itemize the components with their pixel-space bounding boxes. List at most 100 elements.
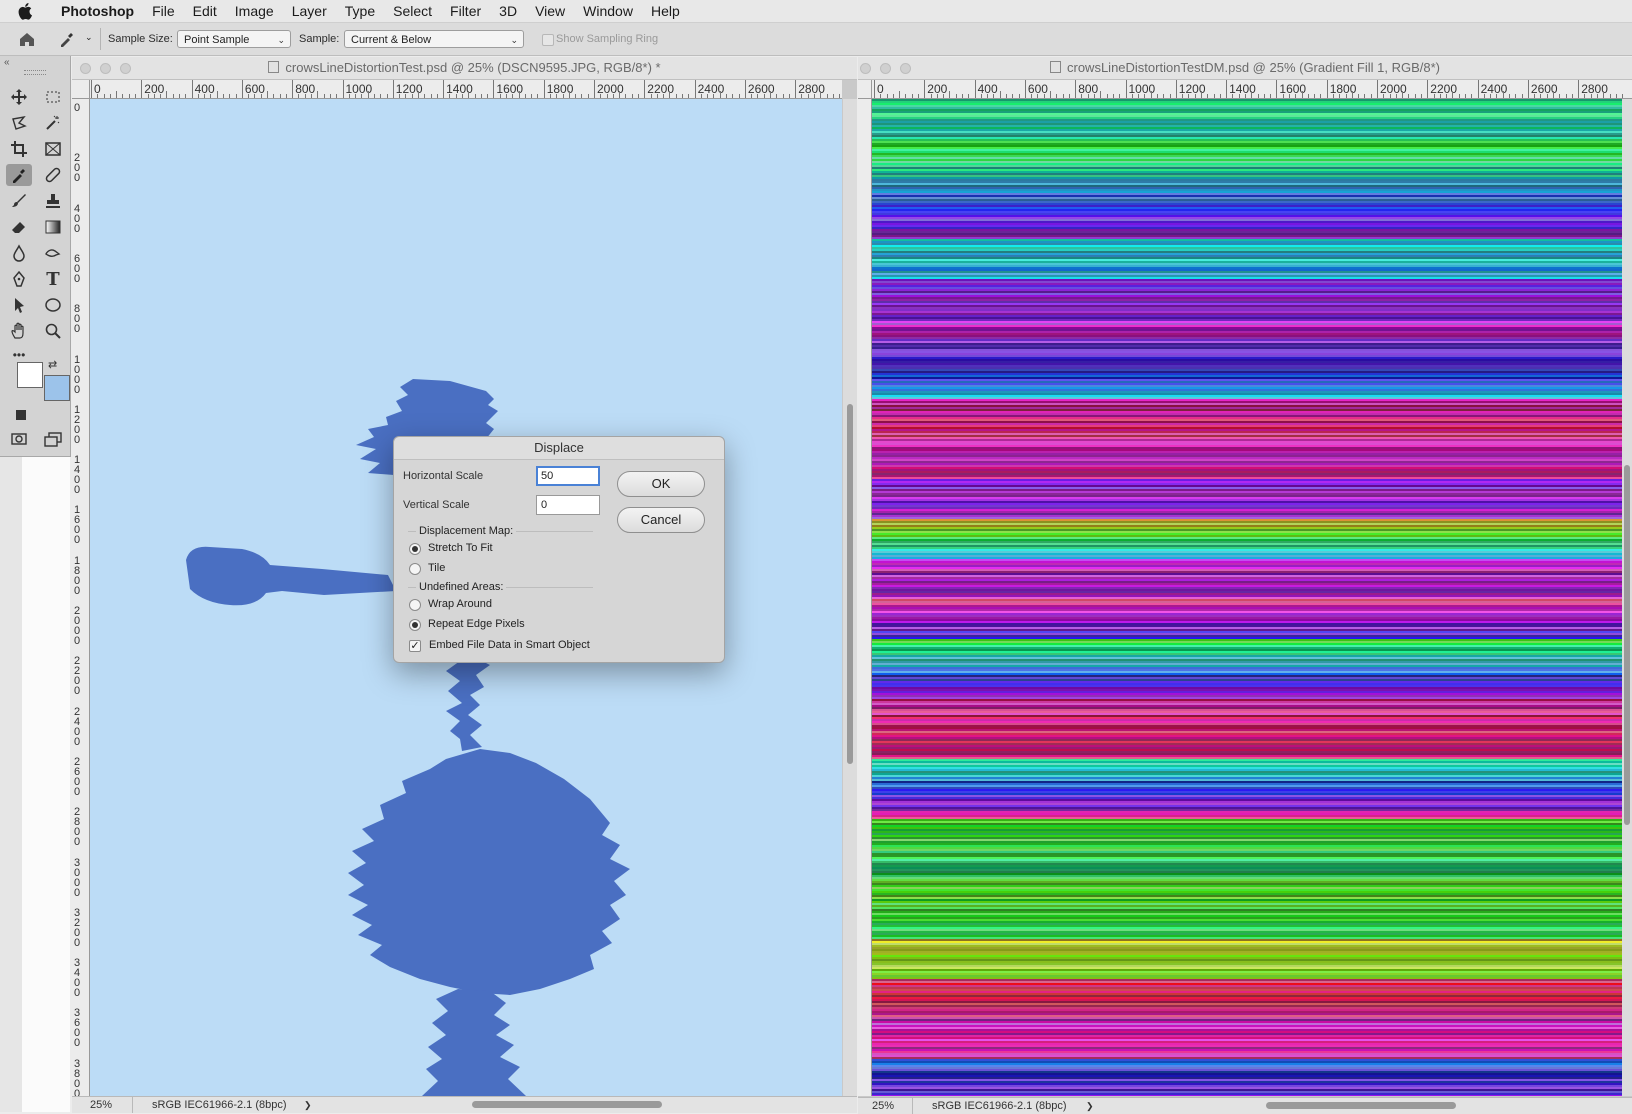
stripe (872, 469, 1622, 471)
horizontal-scroll-thumb[interactable] (1266, 1102, 1456, 1109)
eyedropper-icon[interactable] (6, 164, 32, 186)
menu-image[interactable]: Image (226, 0, 283, 22)
horizontal-scale-input[interactable]: 50 (536, 466, 600, 486)
collapse-icon[interactable]: « (4, 57, 10, 68)
stripe (872, 931, 1622, 933)
wrap-around-label[interactable]: Wrap Around (428, 598, 492, 610)
swap-colors-icon[interactable]: ⇄ (48, 358, 57, 371)
ruler-minor-tick (223, 94, 225, 98)
foreground-color-swatch[interactable] (17, 362, 43, 388)
preset-chevron-icon[interactable]: ⌄ (85, 32, 93, 43)
stripe (872, 237, 1622, 239)
healing-icon[interactable] (40, 164, 66, 186)
blur-icon[interactable] (6, 242, 32, 264)
stripe (872, 409, 1622, 411)
minimize-window-icon[interactable] (100, 63, 111, 74)
stretch-to-fit-radio[interactable] (409, 543, 421, 555)
eyedropper-preset-icon[interactable] (58, 30, 80, 48)
menu-3d[interactable]: 3D (490, 0, 526, 22)
menu-filter[interactable]: Filter (441, 0, 490, 22)
path-select-icon[interactable] (6, 294, 32, 316)
stamp-icon[interactable] (40, 190, 66, 212)
horizontal-scroll-thumb[interactable] (472, 1101, 662, 1108)
horizontal-ruler-right[interactable]: 0 200 400 600 800 1000 1200 1400 1600 1800 2000 220… (872, 80, 1632, 99)
embed-file-checkbox[interactable]: ✓ (409, 640, 421, 652)
screen-mode-icon[interactable] (40, 428, 66, 450)
vertical-scrollbar-right[interactable] (1622, 99, 1632, 1096)
menu-help[interactable]: Help (642, 0, 689, 22)
quick-mask-icon[interactable] (6, 428, 32, 450)
scroll-thumb[interactable] (847, 404, 853, 764)
zoom-level[interactable]: 25% (90, 1097, 112, 1113)
document-tab-right[interactable]: crowsLineDistortionTestDM.psd @ 25% (Gra… (858, 57, 1632, 80)
vertical-scale-input[interactable]: 0 (536, 495, 600, 515)
stripe (872, 663, 1622, 665)
menu-layer[interactable]: Layer (283, 0, 336, 22)
ellipse-icon[interactable] (40, 294, 66, 316)
stripe (872, 619, 1622, 621)
vertical-ruler-right[interactable] (858, 99, 872, 1096)
marquee-icon[interactable] (40, 86, 66, 108)
vertical-ruler-left[interactable]: 0 200 400 600 800 1000 1200 1400 1600 1800 2000 220… (72, 99, 90, 1096)
hand-icon[interactable] (6, 320, 32, 342)
ruler-minor-tick (1402, 91, 1404, 98)
document-tab-left[interactable]: crowsLineDistortionTest.psd @ 25% (DSCN9… (72, 57, 857, 80)
ruler-minor-tick (682, 94, 684, 98)
brush-icon[interactable] (6, 190, 32, 212)
zoom-window-icon[interactable] (120, 63, 131, 74)
sample-size-select[interactable]: Point Sample ⌄ (177, 30, 291, 48)
vertical-scrollbar-left[interactable] (843, 99, 857, 1096)
ruler-origin[interactable] (858, 80, 872, 99)
stripe (872, 301, 1622, 303)
eraser-icon[interactable] (6, 216, 32, 238)
sample-select[interactable]: Current & Below ⌄ (344, 30, 524, 48)
menu-view[interactable]: View (526, 0, 574, 22)
tile-radio[interactable] (409, 563, 421, 575)
ruler-minor-tick (128, 94, 130, 98)
magic-wand-icon[interactable] (40, 112, 66, 134)
pen-icon[interactable] (6, 268, 32, 290)
repeat-edge-pixels-label[interactable]: Repeat Edge Pixels (428, 618, 525, 630)
close-window-icon[interactable] (860, 63, 871, 74)
embed-file-label[interactable]: Embed File Data in Smart Object (429, 639, 590, 651)
ruler-minor-tick (153, 94, 155, 98)
default-colors-icon[interactable] (16, 410, 26, 420)
zoom-window-icon[interactable] (900, 63, 911, 74)
menu-window[interactable]: Window (574, 0, 642, 22)
lasso-icon[interactable] (6, 112, 32, 134)
move-icon[interactable] (6, 86, 32, 108)
home-icon[interactable] (18, 31, 36, 50)
crop-icon[interactable] (6, 138, 32, 160)
ruler-tick (1377, 80, 1378, 98)
status-arrow-icon[interactable]: ❯ (304, 1097, 312, 1113)
menu-photoshop[interactable]: Photoshop (52, 0, 143, 22)
ok-button[interactable]: OK (617, 471, 705, 497)
tile-label[interactable]: Tile (428, 562, 445, 574)
background-color-swatch[interactable] (44, 375, 70, 401)
canvas-right[interactable] (872, 99, 1622, 1096)
frame-icon[interactable] (40, 138, 66, 160)
stripe (872, 791, 1622, 793)
wrap-around-radio[interactable] (409, 599, 421, 611)
menu-type[interactable]: Type (336, 0, 384, 22)
ruler-minor-tick (1622, 94, 1624, 98)
repeat-edge-pixels-radio[interactable] (409, 619, 421, 631)
ruler-origin[interactable] (72, 80, 90, 99)
gradient-icon[interactable] (40, 216, 66, 238)
horizontal-ruler-left[interactable]: 0 200 400 600 800 1000 1200 1400 1600 1800 2000 220… (89, 80, 842, 99)
stretch-to-fit-label[interactable]: Stretch To Fit (428, 542, 493, 554)
smudge-icon[interactable] (40, 242, 66, 264)
close-window-icon[interactable] (80, 63, 91, 74)
zoom-icon[interactable] (40, 320, 66, 342)
menu-select[interactable]: Select (384, 0, 441, 22)
show-ring-checkbox[interactable] (542, 34, 554, 46)
apple-icon[interactable] (18, 0, 38, 22)
minimize-window-icon[interactable] (880, 63, 891, 74)
type-icon[interactable]: T (40, 268, 66, 290)
grip-icon[interactable] (24, 70, 46, 75)
menu-file[interactable]: File (143, 0, 184, 22)
ruler-minor-tick (1571, 94, 1573, 98)
menu-edit[interactable]: Edit (184, 0, 226, 22)
scroll-thumb[interactable] (1624, 465, 1630, 825)
cancel-button[interactable]: Cancel (617, 507, 705, 533)
